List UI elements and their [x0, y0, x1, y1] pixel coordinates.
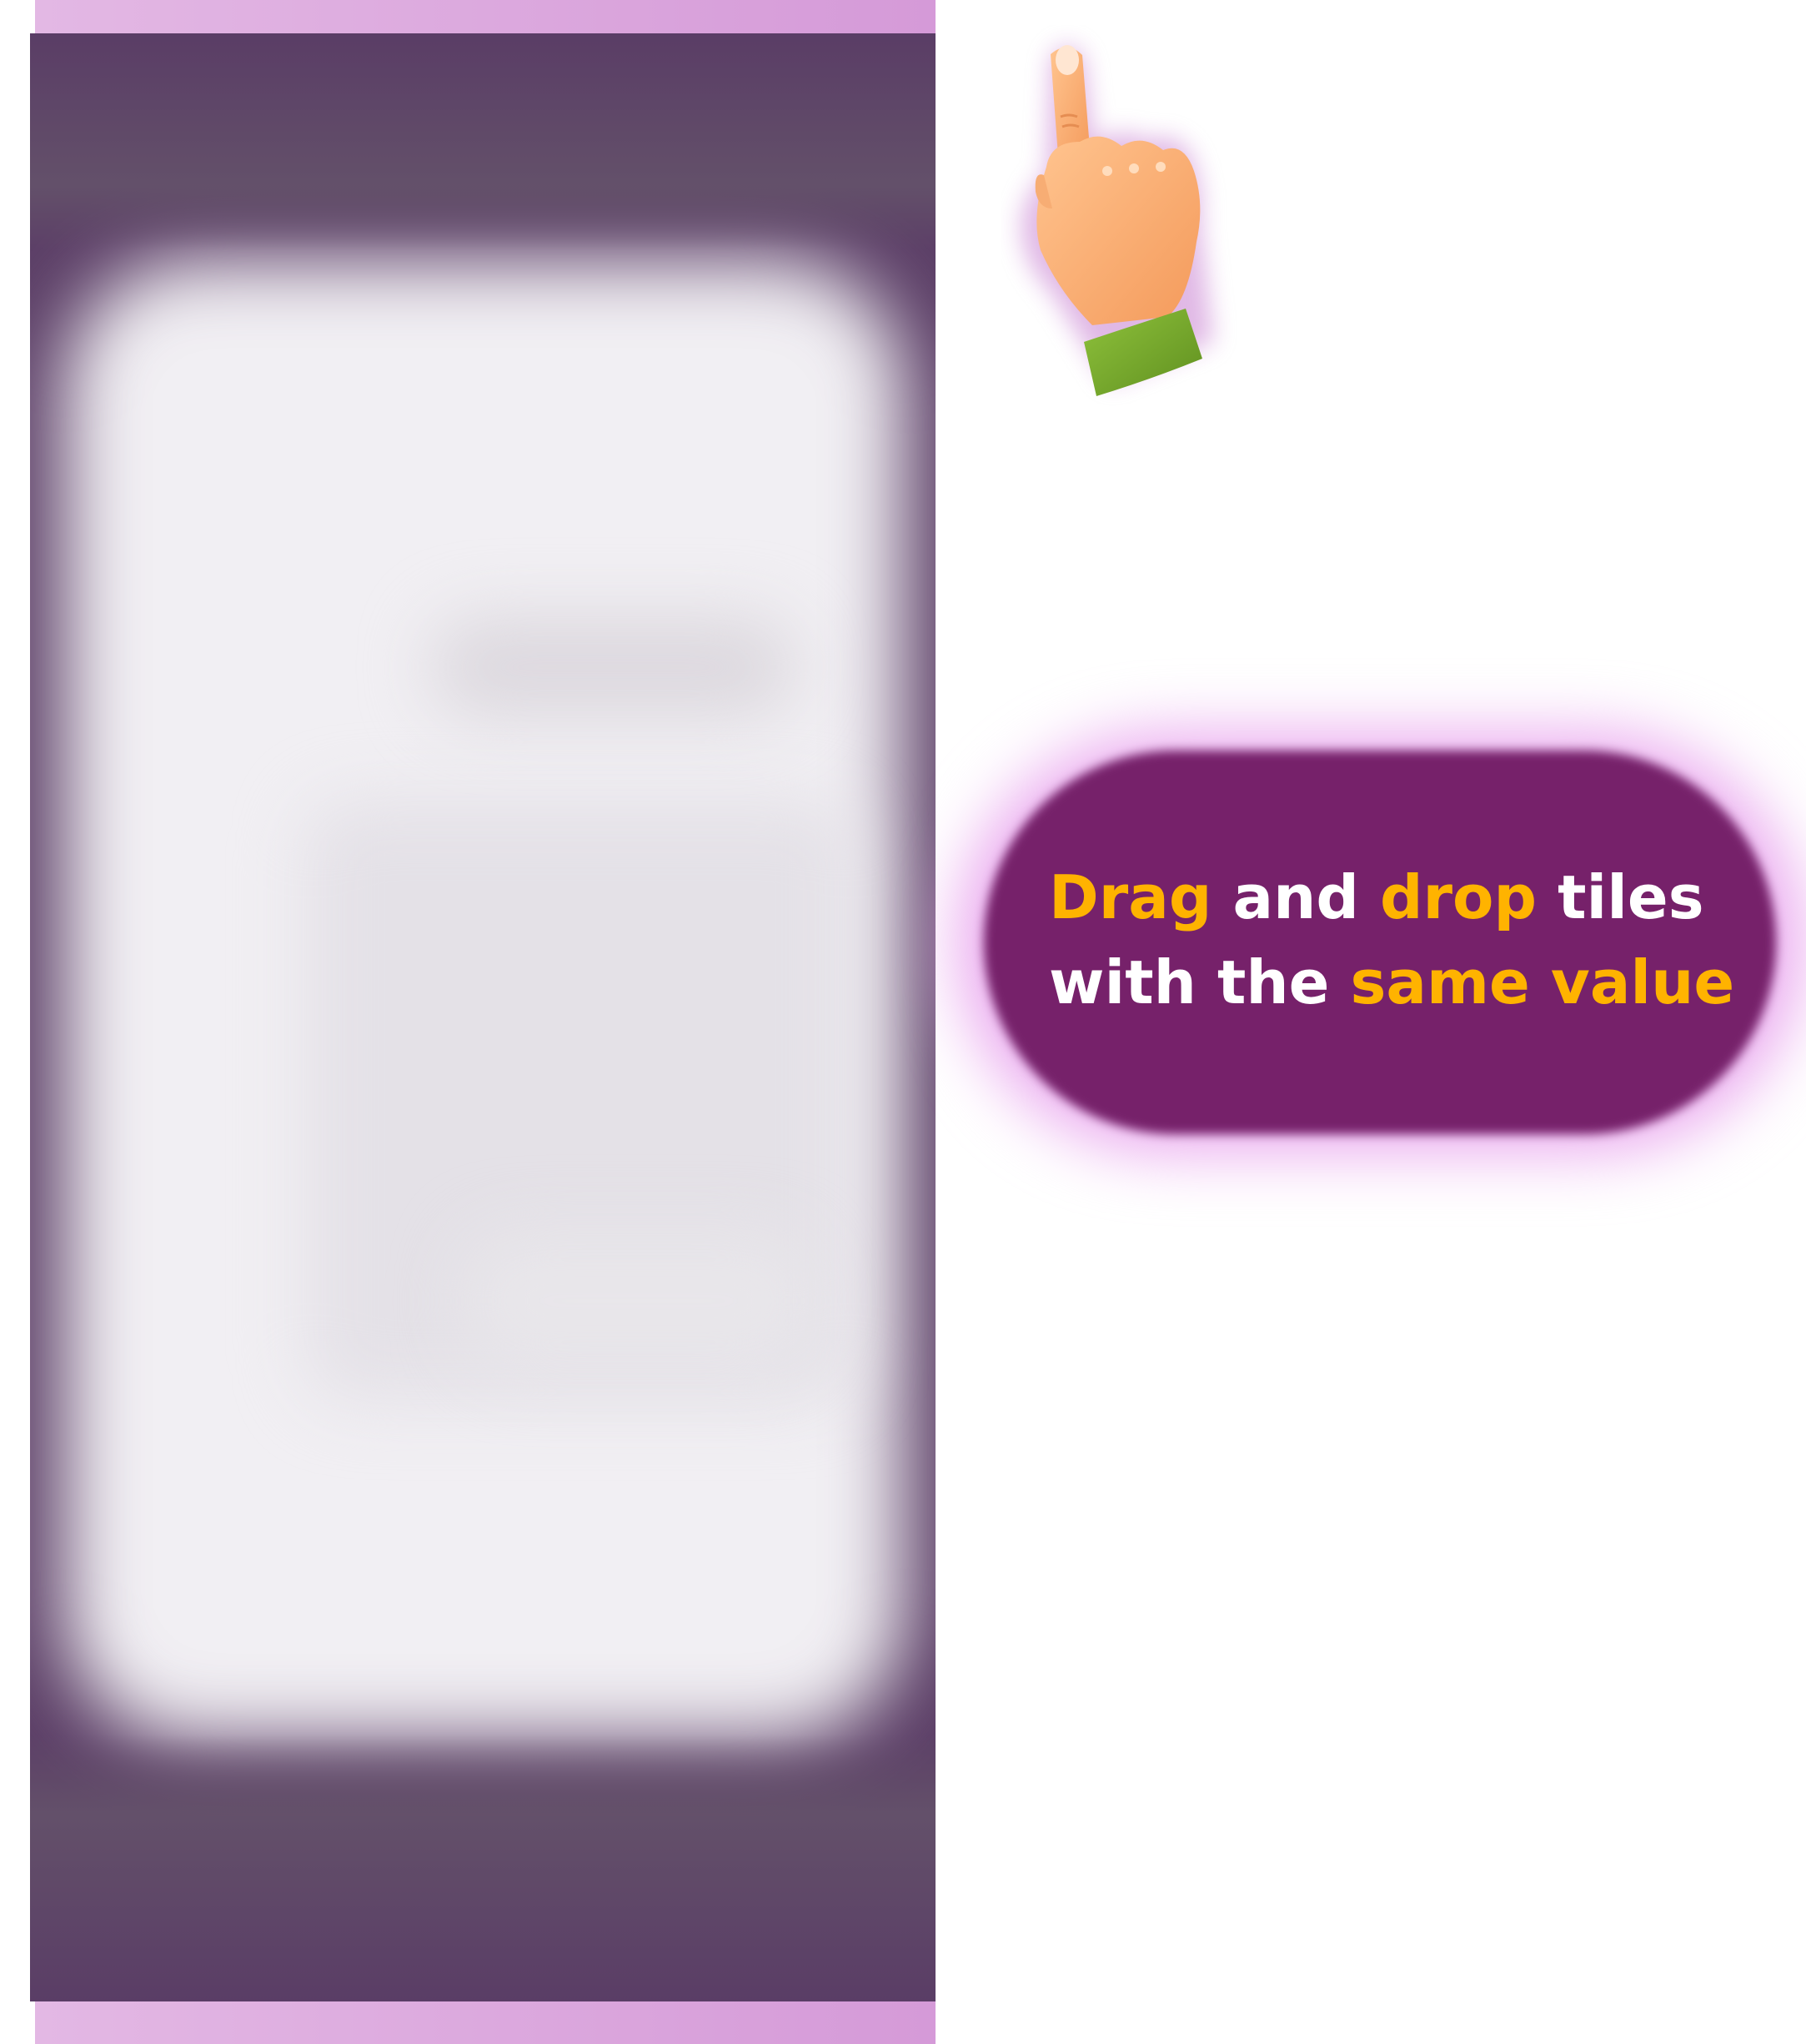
panel-fade-bottom	[30, 1735, 936, 2001]
instruction-word-same-value: same value	[1350, 947, 1735, 1017]
instruction-word-drop: drop	[1379, 862, 1538, 932]
instruction-word-tiles: tiles	[1558, 862, 1704, 932]
instruction-line-2: with the same value	[1049, 940, 1766, 1025]
instruction-line-1: Drag and drop tiles	[1049, 855, 1766, 940]
instruction-text: Drag and drop tiles with the same value	[1049, 855, 1766, 1025]
panel-fade-top	[30, 33, 936, 250]
instruction-word-drag: Drag	[1049, 862, 1212, 932]
top-accent-bar	[35, 0, 936, 33]
game-board-preview	[30, 33, 936, 2001]
instruction-word-with-the: with the	[1049, 947, 1330, 1017]
board-shadow	[430, 617, 797, 717]
instruction-word-and: and	[1232, 862, 1359, 932]
board-shadow	[464, 1234, 814, 1368]
bottom-accent-bar	[35, 2001, 936, 2044]
pointing-hand-icon	[1021, 45, 1213, 396]
